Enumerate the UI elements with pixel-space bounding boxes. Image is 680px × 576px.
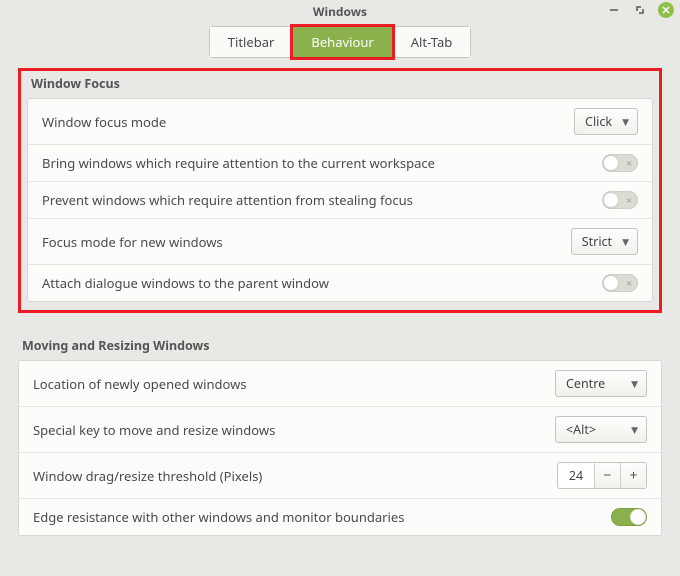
label-special-key: Special key to move and resize windows bbox=[33, 421, 275, 439]
dropdown-focus-new-windows[interactable]: Strict ▼ bbox=[571, 228, 638, 255]
spin-increment[interactable]: + bbox=[620, 463, 646, 488]
label-focus-new-windows: Focus mode for new windows bbox=[42, 233, 223, 251]
spin-value[interactable]: 24 bbox=[558, 463, 594, 488]
label-attach-dialogue: Attach dialogue windows to the parent wi… bbox=[42, 274, 329, 292]
label-bring-attention: Bring windows which require attention to… bbox=[42, 154, 435, 172]
section-moving-resizing: Moving and Resizing Windows Location of … bbox=[18, 331, 662, 544]
label-prevent-steal: Prevent windows which require attention … bbox=[42, 191, 413, 209]
tab-titlebar[interactable]: Titlebar bbox=[210, 27, 294, 57]
dropdown-value: Click bbox=[585, 113, 612, 130]
list-moving-resizing: Location of newly opened windows Centre … bbox=[18, 360, 662, 536]
dropdown-window-location[interactable]: Centre ▼ bbox=[555, 370, 647, 397]
section-title-window-focus: Window Focus bbox=[31, 75, 653, 92]
row-drag-threshold: Window drag/resize threshold (Pixels) 24… bbox=[19, 453, 661, 499]
toggle-bring-attention[interactable]: × bbox=[602, 154, 638, 172]
section-window-focus: Window Focus Window focus mode Click ▼ B… bbox=[18, 68, 662, 313]
toggle-attach-dialogue[interactable]: × bbox=[602, 274, 638, 292]
label-edge-resistance: Edge resistance with other windows and m… bbox=[33, 508, 404, 526]
tab-behaviour[interactable]: Behaviour bbox=[293, 27, 392, 57]
label-focus-mode: Window focus mode bbox=[42, 113, 166, 131]
close-button[interactable] bbox=[658, 2, 674, 18]
label-window-location: Location of newly opened windows bbox=[33, 375, 247, 393]
window-controls bbox=[606, 2, 674, 18]
dropdown-value: Centre bbox=[566, 375, 605, 392]
minimize-button[interactable] bbox=[606, 2, 622, 18]
row-bring-attention: Bring windows which require attention to… bbox=[28, 145, 652, 182]
list-window-focus: Window focus mode Click ▼ Bring windows … bbox=[27, 98, 653, 302]
dropdown-focus-mode[interactable]: Click ▼ bbox=[574, 108, 638, 135]
dropdown-value: <Alt> bbox=[566, 421, 596, 438]
dropdown-special-key[interactable]: <Alt> ▼ bbox=[555, 416, 647, 443]
toggle-knob bbox=[630, 509, 646, 525]
dropdown-value: Strict bbox=[582, 233, 612, 250]
row-edge-resistance: Edge resistance with other windows and m… bbox=[19, 499, 661, 535]
label-drag-threshold: Window drag/resize threshold (Pixels) bbox=[33, 467, 262, 485]
row-attach-dialogue: Attach dialogue windows to the parent wi… bbox=[28, 265, 652, 301]
toggle-knob bbox=[603, 275, 619, 291]
toggle-knob bbox=[603, 192, 619, 208]
toggle-off-icon: × bbox=[626, 276, 632, 290]
spin-decrement[interactable]: − bbox=[594, 463, 620, 488]
row-window-location: Location of newly opened windows Centre … bbox=[19, 361, 661, 407]
maximize-button[interactable] bbox=[632, 2, 648, 18]
tab-alttab[interactable]: Alt-Tab bbox=[393, 27, 471, 57]
chevron-down-icon: ▼ bbox=[622, 115, 629, 128]
toggle-off-icon: × bbox=[626, 193, 632, 207]
toggle-edge-resistance[interactable]: × bbox=[611, 508, 647, 526]
row-focus-mode: Window focus mode Click ▼ bbox=[28, 99, 652, 145]
toggle-off-icon: × bbox=[626, 156, 632, 170]
row-prevent-steal: Prevent windows which require attention … bbox=[28, 182, 652, 219]
toggle-knob bbox=[603, 155, 619, 171]
tab-bar: Titlebar Behaviour Alt-Tab bbox=[0, 22, 680, 68]
window-title: Windows bbox=[313, 3, 367, 20]
spin-drag-threshold: 24 − + bbox=[557, 462, 647, 489]
section-title-moving-resizing: Moving and Resizing Windows bbox=[22, 337, 662, 354]
row-focus-new-windows: Focus mode for new windows Strict ▼ bbox=[28, 219, 652, 265]
chevron-down-icon: ▼ bbox=[631, 423, 638, 436]
toggle-prevent-steal[interactable]: × bbox=[602, 191, 638, 209]
chevron-down-icon: ▼ bbox=[622, 235, 629, 248]
window-titlebar: Windows bbox=[0, 0, 680, 22]
chevron-down-icon: ▼ bbox=[631, 377, 638, 390]
row-special-key: Special key to move and resize windows <… bbox=[19, 407, 661, 453]
